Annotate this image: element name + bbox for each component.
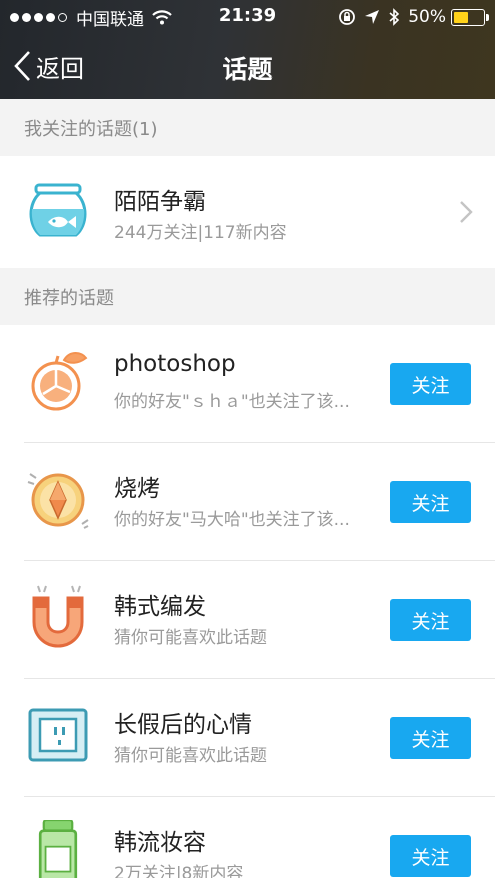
bottle-icon <box>38 820 78 878</box>
follow-button[interactable]: 关注 <box>390 481 471 523</box>
topic-title: 陌陌争霸 <box>114 189 206 215</box>
location-arrow-icon <box>365 10 380 24</box>
topic-subtitle: 244万关注|117新内容 <box>114 223 287 243</box>
follow-button[interactable]: 关注 <box>390 599 471 641</box>
topic-title: 烧烤 <box>114 476 160 502</box>
bluetooth-icon <box>389 8 400 26</box>
status-right: 50% <box>338 6 489 28</box>
socket-icon <box>28 708 88 762</box>
rotation-lock-icon <box>339 9 356 25</box>
recommended-section-header: 推荐的话题 <box>0 268 495 325</box>
battery-level <box>454 11 468 23</box>
topic-title: photoshop <box>114 351 236 377</box>
recommended-topic-row[interactable]: 韩式编发 猜你可能喜欢此话题 关注 <box>0 561 495 679</box>
topic-title: 韩流妆容 <box>114 830 206 856</box>
top-bar: 中国联通 21:39 50% 返回 话题 <box>0 0 495 99</box>
magnet-icon <box>32 585 84 648</box>
topic-subtitle: 你的好友"ｓｈａ"也关注了该... <box>114 392 350 412</box>
topic-subtitle: 你的好友"马大哈"也关注了该... <box>114 510 350 530</box>
topic-title: 长假后的心情 <box>114 712 252 738</box>
orange-icon <box>31 352 88 411</box>
recommended-topic-row[interactable]: 长假后的心情 猜你可能喜欢此话题 关注 <box>0 679 495 797</box>
compass-icon <box>27 473 89 529</box>
page-title: 话题 <box>222 55 273 84</box>
follow-button[interactable]: 关注 <box>390 835 471 877</box>
topic-title: 韩式编发 <box>114 594 206 620</box>
fishbowl-icon <box>29 183 87 237</box>
nav-bar: 返回 话题 <box>0 40 495 95</box>
topic-subtitle: 猜你可能喜欢此话题 <box>114 628 267 648</box>
status-bar: 中国联通 21:39 50% <box>0 0 495 33</box>
battery-icon <box>451 8 489 26</box>
follow-button[interactable]: 关注 <box>390 363 471 405</box>
topic-subtitle: 猜你可能喜欢此话题 <box>114 746 267 766</box>
battery-percent: 50% <box>408 7 446 27</box>
recommended-topic-row[interactable]: photoshop 你的好友"ｓｈａ"也关注了该... 关注 <box>0 325 495 443</box>
followed-section-header: 我关注的话题(1) <box>0 99 495 156</box>
chevron-right-icon <box>460 201 473 223</box>
topic-subtitle: 2万关注|8新内容 <box>114 864 244 878</box>
recommended-topic-row[interactable]: 韩流妆容 2万关注|8新内容 关注 <box>0 797 495 878</box>
recommended-topic-row[interactable]: 烧烤 你的好友"马大哈"也关注了该... 关注 <box>0 443 495 561</box>
followed-topic-row[interactable]: 陌陌争霸 244万关注|117新内容 <box>0 156 495 274</box>
follow-button[interactable]: 关注 <box>390 717 471 759</box>
